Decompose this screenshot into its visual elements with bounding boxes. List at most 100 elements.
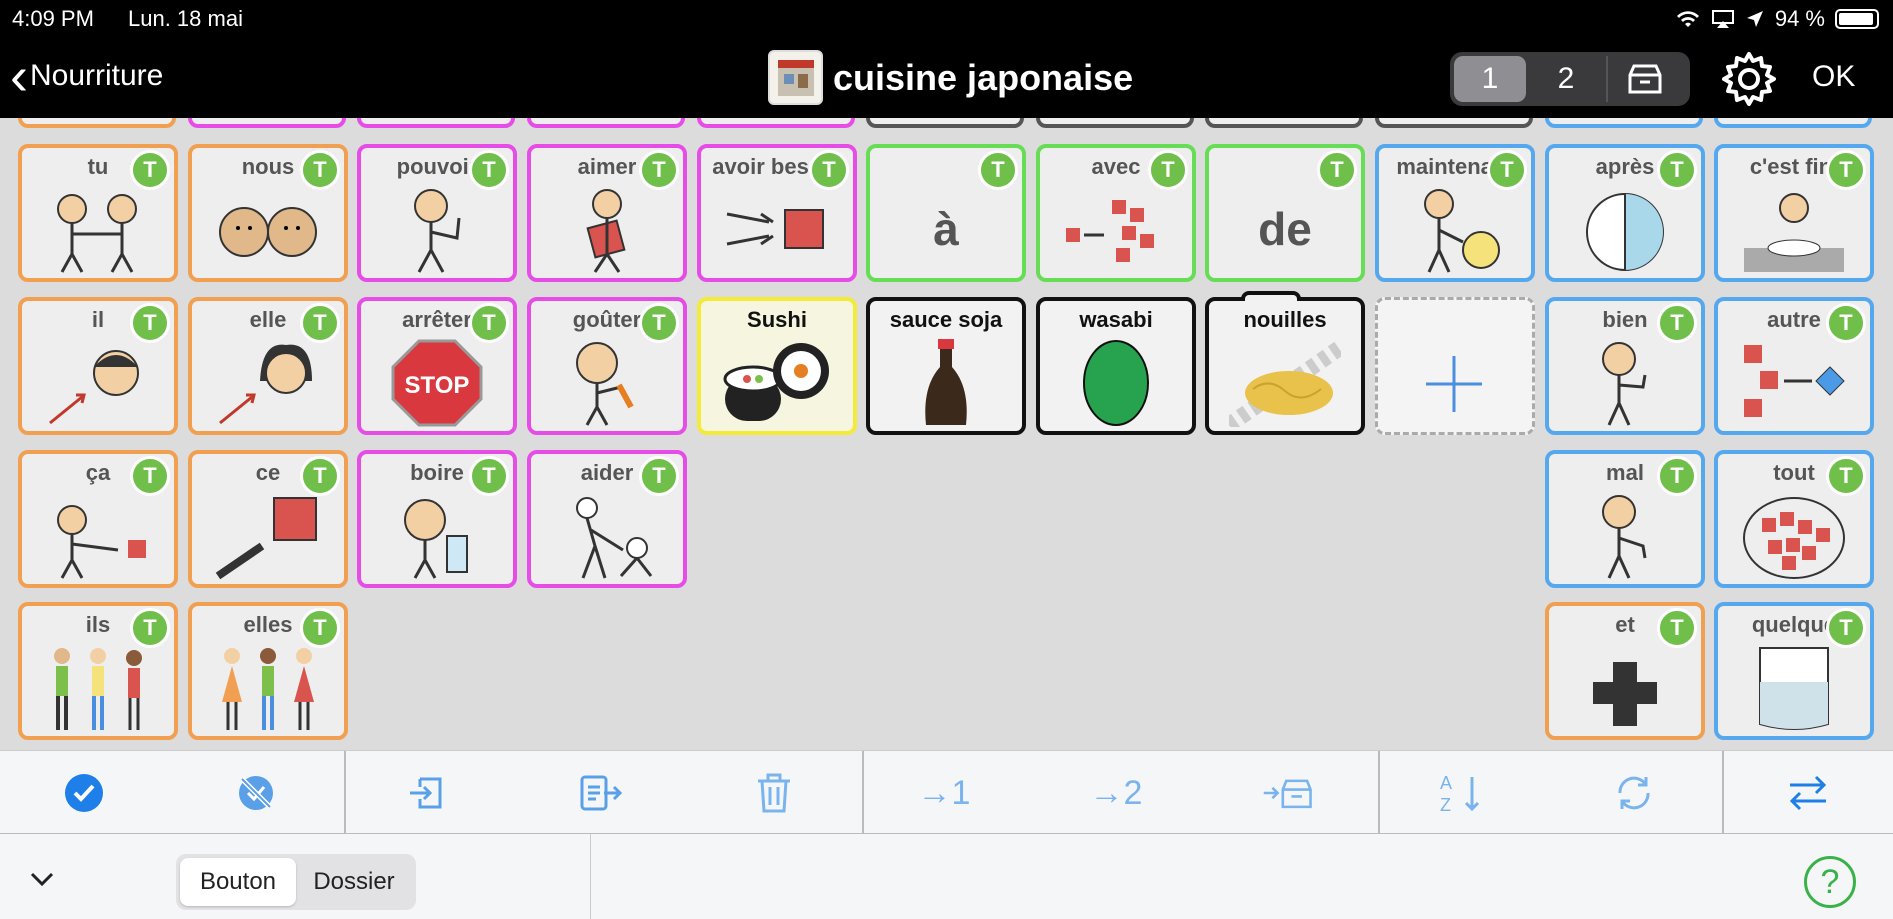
group-men-icon — [54, 648, 142, 730]
tile-elle[interactable]: elle T — [188, 297, 348, 435]
hands-reaching-icon — [726, 209, 824, 249]
clock-after-icon — [1586, 193, 1664, 271]
partial-tile[interactable] — [697, 118, 855, 128]
bottom-bar: Bouton Dossier ? — [0, 834, 1893, 919]
tile-apres[interactable]: après T — [1545, 144, 1705, 282]
group-women-icon — [222, 648, 314, 730]
tile-tout[interactable]: tout T — [1714, 450, 1874, 588]
tile-sauce-soja[interactable]: sauce soja — [866, 297, 1026, 435]
partial-tile[interactable] — [866, 118, 1024, 128]
help-button[interactable]: ? — [1804, 856, 1856, 908]
tile-arreter[interactable]: arrêter T STOP — [357, 297, 517, 435]
page-1-tab[interactable]: 1 — [1454, 56, 1526, 102]
partial-tile[interactable] — [18, 118, 176, 128]
import-button[interactable] — [402, 767, 454, 819]
battery-percent: 94 % — [1774, 6, 1825, 31]
tile-boire[interactable]: boire T — [357, 450, 517, 588]
page-2-tab[interactable]: 2 — [1526, 56, 1606, 102]
select-all-button[interactable] — [58, 767, 110, 819]
symbol-grid: tu T nous T pouvoir T aimer T avoir beso… — [0, 118, 1893, 750]
tile-pouvoir[interactable]: pouvoir T — [357, 144, 517, 282]
tile-nous[interactable]: nous T — [188, 144, 348, 282]
edit-toolbar: →1 →2 AZ — [0, 750, 1893, 835]
tile-quelque[interactable]: quelque T — [1714, 602, 1874, 740]
partial-tile[interactable] — [1545, 118, 1703, 128]
other-shapes-icon — [1744, 345, 1845, 417]
import-icon — [410, 777, 442, 809]
archive-tab[interactable] — [1606, 56, 1682, 102]
tile-a[interactable]: T à — [866, 144, 1026, 282]
mode-folder-tab[interactable]: Dossier — [296, 858, 412, 906]
deselect-button[interactable] — [230, 767, 282, 819]
back-button[interactable]: ‹ Nourriture — [10, 49, 164, 103]
tile-tu[interactable]: tu T — [18, 144, 178, 282]
deselect-icon — [239, 776, 273, 810]
tile-ils[interactable]: ils T — [18, 602, 178, 740]
refresh-button[interactable] — [1608, 767, 1660, 819]
swap-button[interactable] — [1782, 767, 1834, 819]
two-faces-icon — [219, 207, 317, 257]
tile-avoir-besoin[interactable]: avoir besoin T — [697, 144, 857, 282]
back-label: Nourriture — [29, 59, 164, 92]
copy-paste-icon — [580, 775, 623, 811]
person-drinking-icon — [404, 499, 468, 579]
sort-az-icon: AZ — [1440, 773, 1480, 815]
delete-button[interactable] — [748, 767, 800, 819]
chevron-down-icon[interactable] — [26, 862, 58, 894]
partial-tile[interactable] — [1375, 118, 1533, 128]
move-archive-icon — [1263, 779, 1312, 809]
tile-aimer[interactable]: aimer T — [527, 144, 687, 282]
person-pointing-icon — [57, 505, 146, 579]
tile-elles[interactable]: elles T — [188, 602, 348, 740]
plus-sign-icon — [1593, 662, 1657, 726]
tile-maintenant[interactable]: maintenant T — [1375, 144, 1535, 282]
status-bar: 4:09 PM Lun. 18 mai 94 % — [0, 0, 1893, 36]
add-tile-button[interactable] — [1375, 297, 1535, 435]
tile-et[interactable]: et T — [1545, 602, 1705, 740]
plus-icon — [1426, 356, 1482, 412]
word-a: à — [933, 203, 959, 255]
status-right: 94 % — [1675, 6, 1879, 32]
word-de: de — [1258, 203, 1312, 255]
tile-ca[interactable]: ça T — [18, 450, 178, 588]
partial-tile[interactable] — [188, 118, 346, 128]
tile-bien[interactable]: bien T — [1545, 297, 1705, 435]
ok-button[interactable]: OK — [1812, 60, 1855, 94]
tile-il[interactable]: il T — [18, 297, 178, 435]
sort-button[interactable]: AZ — [1436, 767, 1488, 819]
gear-icon[interactable] — [1720, 50, 1778, 108]
page-title-text: cuisine japonaise — [833, 56, 1134, 98]
tile-autre[interactable]: autre T — [1714, 297, 1874, 435]
tile-aider[interactable]: aider T — [527, 450, 687, 588]
move-to-page-1-button[interactable]: →1 — [918, 767, 971, 819]
tile-wasabi[interactable]: wasabi — [1036, 297, 1196, 435]
partial-tile[interactable] — [527, 118, 685, 128]
tile-cest-fini[interactable]: c'est fini T — [1714, 144, 1874, 282]
checkmark-circle-icon — [65, 774, 103, 812]
partial-tile[interactable] — [357, 118, 515, 128]
swap-arrows-icon — [1789, 775, 1827, 811]
tile-sushi[interactable]: Sushi — [697, 297, 857, 435]
move-to-page-2-button[interactable]: →2 — [1090, 767, 1143, 819]
partial-tile[interactable] — [1714, 118, 1872, 128]
noodles-icon — [1229, 340, 1341, 427]
refresh-icon — [1618, 776, 1650, 810]
boy-arrow-icon — [49, 350, 139, 425]
strong-person-icon — [414, 189, 461, 273]
folder-nouilles[interactable]: nouilles — [1205, 291, 1365, 435]
mode-button-tab[interactable]: Bouton — [180, 858, 296, 906]
tile-gouter[interactable]: goûter T — [527, 297, 687, 435]
partial-tile[interactable] — [1036, 118, 1194, 128]
tile-avec[interactable]: avec T — [1036, 144, 1196, 282]
tile-de[interactable]: T de — [1205, 144, 1365, 282]
helping-people-icon — [576, 497, 653, 579]
soy-sauce-bottle-icon — [925, 339, 967, 425]
folder-thumbnail-icon — [768, 50, 823, 105]
tile-ce[interactable]: ce T — [188, 450, 348, 588]
move-to-archive-button[interactable] — [1262, 767, 1314, 819]
copy-button[interactable] — [574, 767, 626, 819]
partial-tile[interactable] — [1205, 118, 1363, 128]
finished-plate-icon — [1744, 193, 1844, 272]
tile-mal[interactable]: mal T — [1545, 450, 1705, 588]
glass-icon — [1759, 647, 1829, 730]
